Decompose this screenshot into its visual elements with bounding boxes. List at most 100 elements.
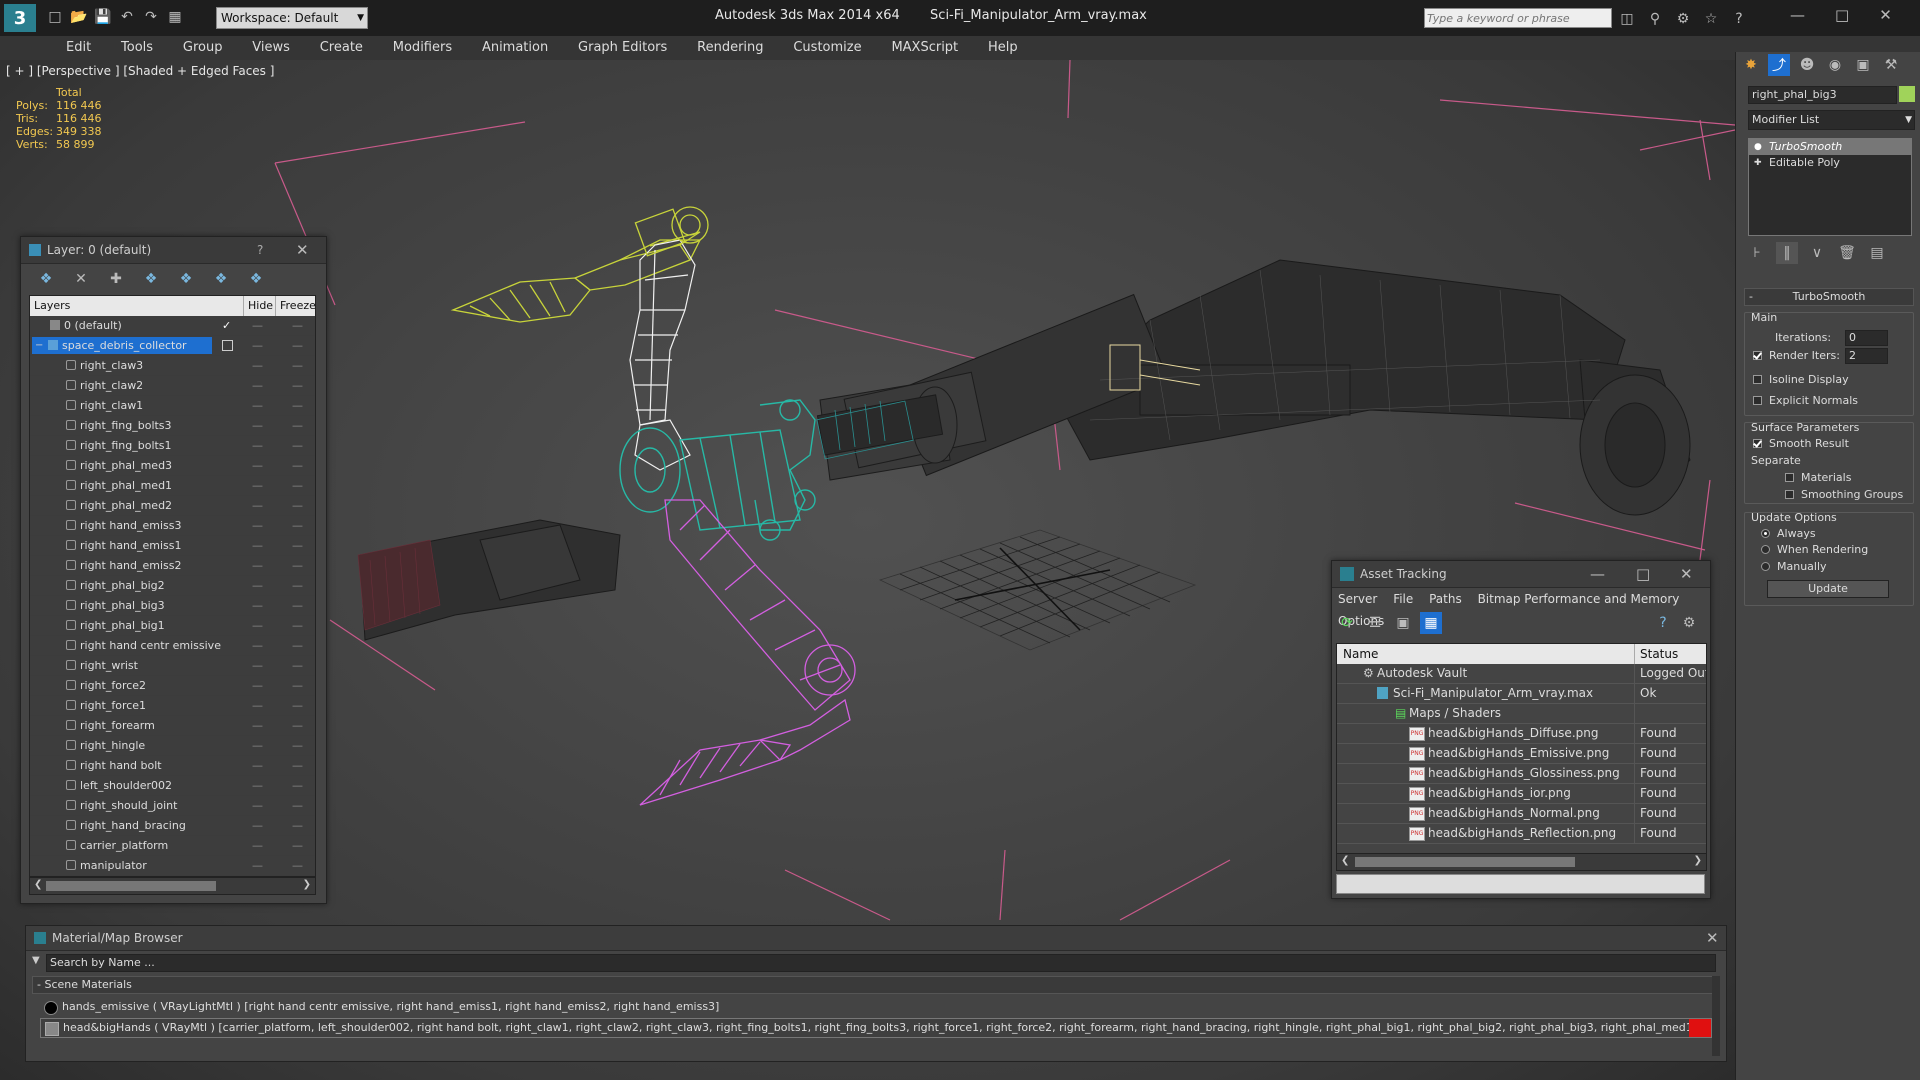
layer-object-row[interactable]: right_claw2— — [30,376,315,396]
help-icon[interactable]: ? [1652,612,1674,634]
hide-toggle[interactable]: — [252,756,264,775]
new-file-icon[interactable]: □ [44,6,66,28]
create-layer-icon[interactable]: ❖ [35,268,57,290]
freeze-toggle[interactable]: — [292,416,304,435]
table-row[interactable]: PNG head&bigHands_Normal.png Found [1337,804,1706,824]
hide-toggle[interactable]: — [252,656,264,675]
freeze-toggle[interactable]: — [292,436,304,455]
table-row[interactable]: Sci-Fi_Manipulator_Arm_vray.max Ok [1337,684,1706,704]
column-layers[interactable]: Layers [34,296,70,316]
select-in-layer-icon[interactable]: ❖ [140,268,162,290]
menu-edit[interactable]: Edit [53,36,104,60]
layer-object-row[interactable]: right_hand_bracing — — [30,816,315,836]
redo-icon[interactable]: ↷ [140,6,162,28]
remove-modifier-icon[interactable]: 🗑 [1836,242,1858,264]
hide-toggle[interactable]: — [252,416,264,435]
modify-tab-icon[interactable]: ⤴ [1768,54,1790,76]
asset-hscrollbar[interactable]: ❮ ❯ [1336,853,1707,871]
table-row[interactable]: PNG head&bigHands_Glossiness.png Found [1337,764,1706,784]
freeze-toggle[interactable]: — [292,616,304,635]
table-row[interactable]: ⚙ Autodesk Vault Logged Out ... [1337,664,1706,684]
current-layer-box-icon[interactable] [222,340,233,351]
search-box[interactable] [1424,8,1612,28]
close-icon[interactable]: ✕ [1879,6,1892,24]
layer-object-row[interactable]: right_claw1— — [30,396,315,416]
layer-object-row[interactable]: right_fing_bolts1— — [30,436,315,456]
stack-item-editable-poly[interactable]: ✚ Editable Poly [1749,155,1911,171]
freeze-toggle[interactable]: — [292,576,304,595]
layer-object-row[interactable]: right_phal_big3— — [30,596,315,616]
stack-item-turbosmooth[interactable]: ● TurboSmooth [1749,139,1911,155]
layer-object-row[interactable]: right_phal_med1— — [30,476,315,496]
scroll-left-icon[interactable]: ❮ [1341,855,1349,866]
freeze-toggle[interactable]: — [292,676,304,695]
freeze-toggle[interactable]: — [292,656,304,675]
maximize-icon[interactable]: □ [1636,565,1650,583]
object-name-field[interactable]: right_phal_big3 [1748,86,1897,104]
layer-object-row[interactable]: right_fing_bolts3— — [30,416,315,436]
render-iters-spinner[interactable]: 2 [1845,348,1888,364]
hide-toggle[interactable]: — [252,696,264,715]
layer-hscrollbar[interactable]: ❮ ❯ [29,877,316,895]
freeze-toggle[interactable]: — [292,836,304,855]
material-browser-title-bar[interactable]: Material/Map Browser ✕ [26,926,1726,951]
freeze-toggle[interactable]: — [292,516,304,535]
hierarchy-tab-icon[interactable]: ☻ [1796,54,1818,76]
when-rendering-radio[interactable] [1761,545,1770,554]
settings-icon[interactable]: ⚙ [1678,612,1700,634]
hide-toggle[interactable]: — [252,436,264,455]
freeze-toggle[interactable]: — [292,396,304,415]
menu-animation[interactable]: Animation [469,36,561,60]
layer-object-row[interactable]: right hand_emiss3— — [30,516,315,536]
maximize-icon[interactable]: □ [1835,6,1849,24]
app-logo[interactable]: 3 [4,4,36,32]
table-view-icon[interactable]: ▦ [1420,612,1442,634]
table-row[interactable]: PNG head&bigHands_Reflection.png Found [1337,824,1706,844]
hide-toggle[interactable]: — [252,356,264,375]
configure-modifier-sets-icon[interactable]: ▤ [1866,242,1888,264]
lightbulb-icon[interactable]: ● [1754,139,1762,155]
display-tab-icon[interactable]: ▣ [1852,54,1874,76]
hide-toggle[interactable]: — [252,836,264,855]
freeze-all-layers-icon[interactable]: ❖ [245,268,267,290]
hide-toggle[interactable]: — [252,516,264,535]
freeze-toggle[interactable]: — [292,316,304,335]
minimize-icon[interactable]: — [1590,565,1605,583]
freeze-toggle[interactable]: — [292,476,304,495]
create-tab-icon[interactable]: ✸ [1740,54,1762,76]
layer-row-selected[interactable]: − space_debris_collector — — [30,336,315,356]
freeze-toggle[interactable]: — [292,856,304,875]
pin-stack-icon[interactable]: ⊦ [1746,242,1768,264]
expand-icon[interactable]: ✚ [1754,155,1762,171]
make-unique-icon[interactable]: ∨ [1806,242,1828,264]
layer-object-row[interactable]: right hand bolt — — [30,756,315,776]
scroll-right-icon[interactable]: ❯ [303,879,311,890]
freeze-toggle[interactable]: — [292,496,304,515]
isoline-checkbox[interactable] [1753,375,1762,384]
layer-object-row[interactable]: right_force1— — [30,696,315,716]
layer-object-row[interactable]: right_forearm — — [30,716,315,736]
menu-rendering[interactable]: Rendering [684,36,776,60]
add-to-layer-icon[interactable]: ✚ [105,268,127,290]
layer-object-row[interactable]: right_phal_big2— — [30,576,315,596]
layer-object-row[interactable]: right_phal_med3— — [30,456,315,476]
update-button[interactable]: Update [1767,580,1889,598]
asset-menu-bitmap[interactable]: Bitmap Performance and Memory [1478,592,1680,606]
key-icon[interactable]: ⚲ [1644,8,1666,30]
menu-group[interactable]: Group [170,36,236,60]
menu-views[interactable]: Views [239,36,303,60]
hide-toggle[interactable]: — [252,856,264,875]
hide-toggle[interactable]: — [252,636,264,655]
freeze-toggle[interactable]: — [292,356,304,375]
scene-materials-section[interactable]: - Scene Materials [32,976,1718,994]
object-color-swatch[interactable] [1899,86,1915,102]
close-icon[interactable]: ✕ [1706,929,1719,947]
table-row[interactable]: PNG head&bigHands_Diffuse.png Found [1337,724,1706,744]
menu-maxscript[interactable]: MAXScript [878,36,971,60]
material-search-input[interactable]: Search by Name ... [46,954,1716,972]
layer-object-row[interactable]: manipulator — — [30,856,315,876]
hide-toggle[interactable]: — [252,796,264,815]
project-folder-icon[interactable]: ▦ [164,6,186,28]
favorites-star-icon[interactable]: ☆ [1700,8,1722,30]
hide-toggle[interactable]: — [252,776,264,795]
